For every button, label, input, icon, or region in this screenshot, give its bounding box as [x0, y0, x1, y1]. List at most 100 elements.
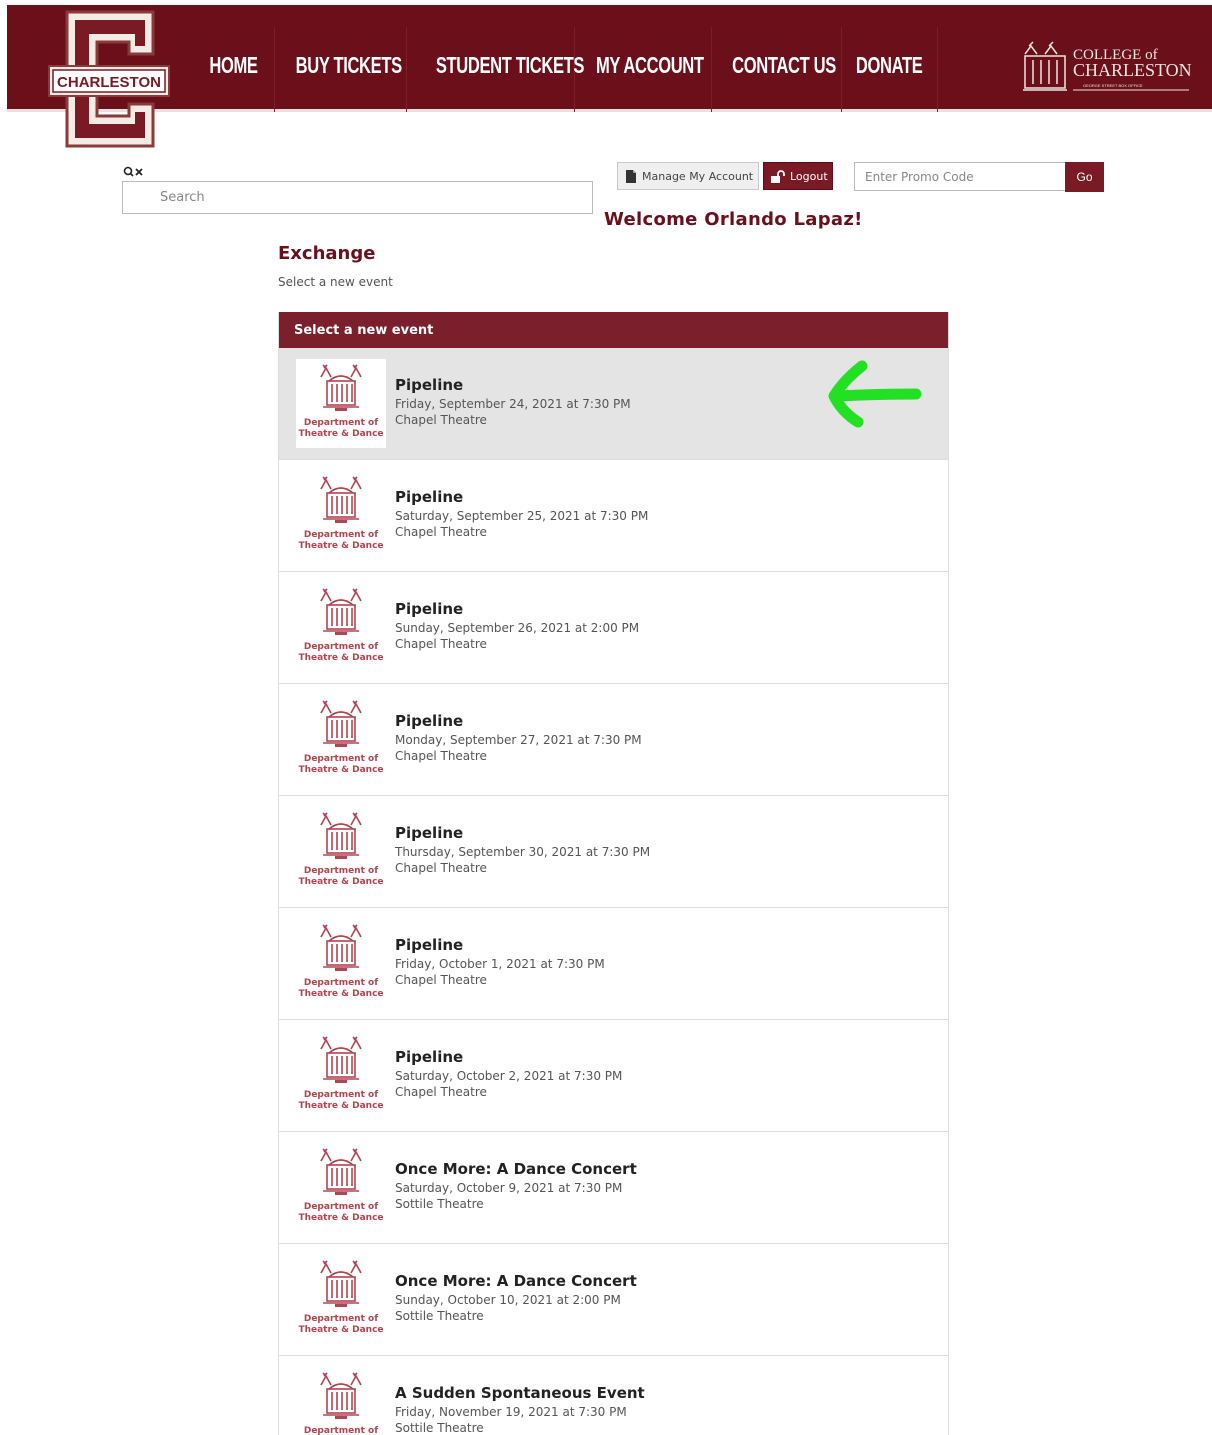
page-title: Exchange — [278, 243, 376, 264]
event-row[interactable]: Department of Theatre & Dance Pipeline F… — [279, 348, 948, 460]
event-thumbnail: Department of Theatre & Dance — [296, 1031, 386, 1120]
event-venue: Sottile Theatre — [395, 1421, 484, 1435]
college-logo[interactable]: COLLEGE of CHARLESTON GEORGE STREET BOX … — [1015, 40, 1193, 98]
event-row[interactable]: Department of Theatre & Dance Pipeline S… — [279, 572, 948, 684]
charleston-c-logo[interactable]: CHARLESTON — [45, 8, 173, 150]
thumbnail-caption-line2: Theatre & Dance — [298, 1325, 384, 1335]
event-title: Pipeline — [395, 824, 464, 842]
logout-button[interactable]: Logout — [763, 162, 833, 190]
thumbnail-caption-line2: Theatre & Dance — [298, 877, 384, 887]
event-date: Friday, September 24, 2021 at 7:30 PM — [395, 397, 631, 411]
document-icon — [626, 169, 636, 183]
event-venue: Chapel Theatre — [395, 525, 487, 539]
nav-item-buy-tickets[interactable]: BUY TICKETS — [275, 27, 407, 112]
thumbnail-caption: Department of Theatre & Dance — [298, 1202, 383, 1224]
college-logo-line3: GEORGE STREET BOX OFFICE — [1083, 83, 1143, 88]
event-date: Friday, November 19, 2021 at 7:30 PM — [395, 1405, 627, 1419]
event-row[interactable]: Department of Theatre & Dance Pipeline S… — [279, 460, 948, 572]
event-title: A Sudden Spontaneous Event — [395, 1384, 645, 1402]
event-thumbnail: Department of Theatre & Dance — [296, 919, 386, 1008]
left-arrow-icon — [828, 360, 922, 428]
search-input[interactable] — [122, 181, 593, 214]
event-date: Sunday, September 26, 2021 at 2:00 PM — [395, 621, 640, 635]
event-date: Thursday, September 30, 2021 at 7:30 PM — [395, 845, 651, 859]
thumbnail-caption-line1: Department of — [303, 978, 379, 988]
thumbnail-caption: Department of Theatre & Dance — [298, 642, 383, 664]
thumbnail-caption: Department of Theatre & Dance — [298, 754, 383, 776]
thumbnail-caption-line2: Theatre & Dance — [298, 429, 384, 439]
event-venue: Chapel Theatre — [395, 861, 487, 875]
event-row[interactable]: Department of Theatre & Dance Pipeline S… — [279, 1020, 948, 1132]
thumbnail-caption-line2: Theatre & Dance — [298, 541, 384, 551]
event-title: Once More: A Dance Concert — [395, 1272, 637, 1290]
thumbnail-caption-line1: Department of — [303, 754, 379, 764]
event-thumbnail: Department of Theatre & Dance — [296, 359, 386, 448]
panel-header: Select a new event — [279, 312, 948, 348]
event-row[interactable]: Department of Theatre & Dance Pipeline F… — [279, 908, 948, 1020]
college-logo-line2: CHARLESTON — [1073, 60, 1192, 80]
search-icon — [123, 166, 143, 177]
cistern-icon — [315, 359, 367, 417]
thumbnail-caption: Department of Theatre & Dance — [298, 1314, 383, 1336]
event-row[interactable]: Department of Theatre & Dance Pipeline M… — [279, 684, 948, 796]
nav-item-donate[interactable]: DONATE — [842, 27, 938, 112]
event-thumbnail: Department of Theatre & Dance — [296, 471, 386, 560]
event-date: Friday, October 1, 2021 at 7:30 PM — [395, 957, 605, 971]
thumbnail-caption: Department of Theatre & Dance — [298, 978, 383, 1000]
thumbnail-caption-line1: Department of — [303, 1202, 379, 1212]
event-row[interactable]: Department of Theatre & Dance Once More:… — [279, 1132, 948, 1244]
event-list: Department of Theatre & Dance Pipeline F… — [279, 348, 948, 1435]
nav-item-label: HOME — [209, 52, 258, 78]
welcome-message: Welcome Orlando Lapaz! — [604, 209, 863, 230]
thumbnail-caption: Department of Theatre & Dance — [298, 1426, 383, 1435]
promo-code-input[interactable] — [854, 162, 1066, 191]
event-venue: Chapel Theatre — [395, 1085, 487, 1099]
event-row[interactable]: Department of Theatre & Dance Pipeline T… — [279, 796, 948, 908]
search-clear-icon[interactable] — [123, 166, 145, 181]
event-date: Monday, September 27, 2021 at 7:30 PM — [395, 733, 642, 747]
event-title: Pipeline — [395, 488, 464, 506]
thumbnail-caption-line1: Department of — [303, 530, 379, 540]
cistern-icon — [315, 1255, 367, 1313]
logout-label: Logout — [790, 169, 828, 183]
thumbnail-caption-line2: Theatre & Dance — [298, 989, 384, 999]
cistern-icon — [315, 1031, 367, 1089]
event-row[interactable]: Department of Theatre & Dance Once More:… — [279, 1244, 948, 1356]
nav-item-label: CONTACT US — [732, 52, 836, 78]
event-venue: Sottile Theatre — [395, 1309, 484, 1323]
event-venue: Chapel Theatre — [395, 637, 487, 651]
nav-item-student-tickets[interactable]: STUDENT TICKETS — [407, 27, 584, 112]
thumbnail-caption-line1: Department of — [303, 418, 379, 428]
thumbnail-caption-line1: Department of — [303, 642, 379, 652]
event-title: Once More: A Dance Concert — [395, 1160, 637, 1178]
event-date: Saturday, October 2, 2021 at 7:30 PM — [395, 1069, 623, 1083]
cistern-icon — [315, 919, 367, 977]
event-thumbnail: Department of Theatre & Dance — [296, 807, 386, 896]
cistern-icon — [315, 1143, 367, 1201]
thumbnail-caption-line2: Theatre & Dance — [298, 1101, 384, 1111]
event-date: Saturday, September 25, 2021 at 7:30 PM — [395, 509, 649, 523]
event-thumbnail: Department of Theatre & Dance — [296, 695, 386, 784]
nav-item-label: STUDENT TICKETS — [435, 52, 585, 78]
promo-go-button[interactable]: Go — [1065, 162, 1104, 192]
nav-item-home[interactable]: HOME — [193, 27, 275, 112]
thumbnail-caption-line2: Theatre & Dance — [298, 1213, 384, 1223]
thumbnail-caption-line2: Theatre & Dance — [298, 765, 384, 775]
thumbnail-caption-line2: Theatre & Dance — [298, 653, 384, 663]
manage-account-label: Manage My Account — [642, 169, 754, 183]
event-row[interactable]: Department of Theatre & Dance A Sudden S… — [279, 1356, 948, 1435]
nav-item-my-account[interactable]: MY ACCOUNT — [575, 27, 712, 112]
event-list-panel: Select a new event Department of Theatre… — [278, 312, 949, 1435]
thumbnail-caption-line1: Department of — [303, 1426, 379, 1435]
cistern-icon — [315, 471, 367, 529]
event-venue: Chapel Theatre — [395, 749, 487, 763]
thumbnail-caption-line1: Department of — [303, 866, 379, 876]
event-title: Pipeline — [395, 376, 464, 394]
nav-item-contact-us[interactable]: CONTACT US — [712, 27, 842, 112]
unlock-icon — [771, 169, 785, 183]
cistern-icon — [315, 695, 367, 753]
thumbnail-caption: Department of Theatre & Dance — [298, 530, 383, 552]
manage-account-button[interactable]: Manage My Account — [617, 162, 759, 190]
page-subtitle: Select a new event — [278, 275, 393, 289]
event-venue: Chapel Theatre — [395, 413, 487, 427]
